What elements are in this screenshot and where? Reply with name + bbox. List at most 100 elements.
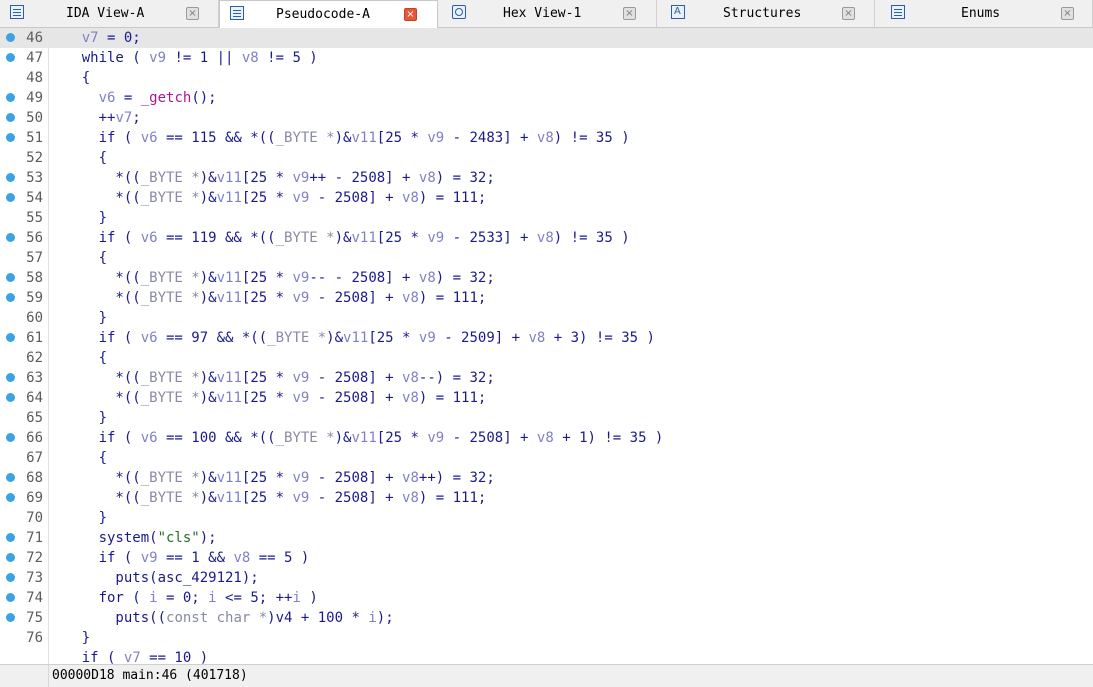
code-line[interactable]: 67 { bbox=[0, 448, 1093, 468]
tab-structures[interactable]: Structures × bbox=[657, 0, 875, 27]
code-line[interactable]: 76 } bbox=[0, 628, 1093, 648]
code-line[interactable]: 63 *((_BYTE *)&v11[25 * v9 - 2508] + v8-… bbox=[0, 368, 1093, 388]
code-line[interactable]: 59 *((_BYTE *)&v11[25 * v9 - 2508] + v8)… bbox=[0, 288, 1093, 308]
code-text[interactable]: v7 = 0; bbox=[48, 30, 141, 46]
code-line[interactable]: 50 ++v7; bbox=[0, 108, 1093, 128]
code-text[interactable]: } bbox=[48, 630, 90, 646]
code-line[interactable]: 54 *((_BYTE *)&v11[25 * v9 - 2508] + v8)… bbox=[0, 188, 1093, 208]
variable-token: v7 bbox=[81, 30, 99, 46]
code-line[interactable]: 64 *((_BYTE *)&v11[25 * v9 - 2508] + v8)… bbox=[0, 388, 1093, 408]
code-line[interactable]: 49 v6 = _getch(); bbox=[0, 88, 1093, 108]
code-text[interactable]: *((_BYTE *)&v11[25 * v9 - 2508] + v8) = … bbox=[48, 390, 486, 406]
code-line[interactable]: 61 if ( v6 == 97 && *((_BYTE *)&v11[25 *… bbox=[0, 328, 1093, 348]
code-text[interactable]: if ( v6 == 119 && *((_BYTE *)&v11[25 * v… bbox=[48, 230, 630, 246]
code-text[interactable]: if ( v6 == 115 && *((_BYTE *)&v11[25 * v… bbox=[48, 130, 630, 146]
code-line[interactable]: 72 if ( v9 == 1 && v8 == 5 ) bbox=[0, 548, 1093, 568]
tab-enums[interactable]: Enums × bbox=[875, 0, 1093, 27]
breakpoint-dot-icon[interactable] bbox=[6, 53, 15, 62]
code-text[interactable]: puts((const char *)v4 + 100 * i); bbox=[48, 610, 393, 626]
tab-ida-view-a[interactable]: IDA View-A × bbox=[0, 0, 219, 27]
close-icon[interactable]: × bbox=[1061, 7, 1074, 20]
code-text[interactable]: puts(asc_429121); bbox=[48, 570, 258, 586]
code-text[interactable]: } bbox=[48, 310, 107, 326]
line-number: 73 bbox=[26, 570, 43, 586]
code-line[interactable]: 68 *((_BYTE *)&v11[25 * v9 - 2508] + v8+… bbox=[0, 468, 1093, 488]
code-line[interactable]: 74 for ( i = 0; i <= 5; ++i ) bbox=[0, 588, 1093, 608]
code-line[interactable]: 65 } bbox=[0, 408, 1093, 428]
code-text[interactable]: if ( v7 == 10 ) bbox=[48, 650, 208, 664]
code-text[interactable]: } bbox=[48, 510, 107, 526]
code-text[interactable]: system("cls"); bbox=[48, 530, 217, 546]
code-text[interactable]: { bbox=[48, 150, 107, 166]
breakpoint-dot-icon[interactable] bbox=[6, 613, 15, 622]
code-text[interactable]: *((_BYTE *)&v11[25 * v9 - 2508] + v8) = … bbox=[48, 190, 486, 206]
code-text[interactable]: if ( v9 == 1 && v8 == 5 ) bbox=[48, 550, 310, 566]
code-line[interactable]: 48 { bbox=[0, 68, 1093, 88]
code-line[interactable]: 55 } bbox=[0, 208, 1093, 228]
close-icon[interactable]: × bbox=[623, 7, 636, 20]
code-line[interactable]: 53 *((_BYTE *)&v11[25 * v9++ - 2508] + v… bbox=[0, 168, 1093, 188]
breakpoint-dot-icon[interactable] bbox=[6, 113, 15, 122]
code-text[interactable]: { bbox=[48, 250, 107, 266]
variable-token: v11 bbox=[343, 330, 369, 346]
code-text[interactable]: } bbox=[48, 410, 107, 426]
code-text[interactable]: *((_BYTE *)&v11[25 * v9++ - 2508] + v8) … bbox=[48, 170, 494, 186]
code-text[interactable]: ++v7; bbox=[48, 110, 141, 126]
close-icon[interactable]: × bbox=[404, 8, 417, 21]
code-line[interactable]: 57 { bbox=[0, 248, 1093, 268]
code-line[interactable]: 70 } bbox=[0, 508, 1093, 528]
breakpoint-dot-icon[interactable] bbox=[6, 393, 15, 402]
code-line[interactable]: 56 if ( v6 == 119 && *((_BYTE *)&v11[25 … bbox=[0, 228, 1093, 248]
code-text[interactable]: if ( v6 == 100 && *((_BYTE *)&v11[25 * v… bbox=[48, 430, 664, 446]
code-text[interactable]: { bbox=[48, 450, 107, 466]
breakpoint-dot-icon[interactable] bbox=[6, 33, 15, 42]
code-line[interactable]: 60 } bbox=[0, 308, 1093, 328]
breakpoint-dot-icon[interactable] bbox=[6, 333, 15, 342]
breakpoint-dot-icon[interactable] bbox=[6, 133, 15, 142]
pseudocode-view[interactable]: 46 v7 = 0; 47 while ( v9 != 1 || v8 != 5 … bbox=[0, 28, 1093, 664]
code-text[interactable]: *((_BYTE *)&v11[25 * v9-- - 2508] + v8) … bbox=[48, 270, 494, 286]
breakpoint-dot-icon[interactable] bbox=[6, 293, 15, 302]
breakpoint-dot-icon[interactable] bbox=[6, 93, 15, 102]
breakpoint-dot-icon[interactable] bbox=[6, 593, 15, 602]
breakpoint-dot-icon[interactable] bbox=[6, 473, 15, 482]
code-token: != 5 ) bbox=[258, 50, 318, 66]
breakpoint-dot-icon[interactable] bbox=[6, 233, 15, 242]
code-text[interactable]: *((_BYTE *)&v11[25 * v9 - 2508] + v8) = … bbox=[48, 490, 486, 506]
breakpoint-dot-icon[interactable] bbox=[6, 433, 15, 442]
code-line[interactable]: 69 *((_BYTE *)&v11[25 * v9 - 2508] + v8)… bbox=[0, 488, 1093, 508]
code-text[interactable]: for ( i = 0; i <= 5; ++i ) bbox=[48, 590, 318, 606]
code-line[interactable]: 62 { bbox=[0, 348, 1093, 368]
breakpoint-dot-icon[interactable] bbox=[6, 493, 15, 502]
code-line[interactable]: 52 { bbox=[0, 148, 1093, 168]
code-text[interactable]: v6 = _getch(); bbox=[48, 90, 217, 106]
breakpoint-dot-icon[interactable] bbox=[6, 573, 15, 582]
code-text[interactable]: while ( v9 != 1 || v8 != 5 ) bbox=[48, 50, 318, 66]
code-text[interactable]: *((_BYTE *)&v11[25 * v9 - 2508] + v8--) … bbox=[48, 370, 494, 386]
code-line[interactable]: 46 v7 = 0; bbox=[0, 28, 1093, 48]
code-text[interactable]: if ( v6 == 97 && *((_BYTE *)&v11[25 * v9… bbox=[48, 330, 655, 346]
close-icon[interactable]: × bbox=[186, 7, 199, 20]
code-line[interactable]: 47 while ( v9 != 1 || v8 != 5 ) bbox=[0, 48, 1093, 68]
close-icon[interactable]: × bbox=[842, 7, 855, 20]
tab-hex-view-1[interactable]: Hex View-1 × bbox=[438, 0, 657, 27]
code-line[interactable]: 51 if ( v6 == 115 && *((_BYTE *)&v11[25 … bbox=[0, 128, 1093, 148]
code-line[interactable]: 71 system("cls"); bbox=[0, 528, 1093, 548]
code-line[interactable]: 66 if ( v6 == 100 && *((_BYTE *)&v11[25 … bbox=[0, 428, 1093, 448]
code-line[interactable]: 58 *((_BYTE *)&v11[25 * v9-- - 2508] + v… bbox=[0, 268, 1093, 288]
code-text[interactable]: *((_BYTE *)&v11[25 * v9 - 2508] + v8) = … bbox=[48, 290, 486, 306]
code-text[interactable]: } bbox=[48, 210, 107, 226]
code-text[interactable]: *((_BYTE *)&v11[25 * v9 - 2508] + v8++) … bbox=[48, 470, 494, 486]
code-line[interactable]: if ( v7 == 10 ) bbox=[0, 648, 1093, 664]
breakpoint-dot-icon[interactable] bbox=[6, 373, 15, 382]
code-line[interactable]: 75 puts((const char *)v4 + 100 * i); bbox=[0, 608, 1093, 628]
breakpoint-dot-icon[interactable] bbox=[6, 173, 15, 182]
breakpoint-dot-icon[interactable] bbox=[6, 553, 15, 562]
breakpoint-dot-icon[interactable] bbox=[6, 533, 15, 542]
breakpoint-dot-icon[interactable] bbox=[6, 193, 15, 202]
tab-pseudocode-a[interactable]: Pseudocode-A × bbox=[219, 0, 438, 28]
code-line[interactable]: 73 puts(asc_429121); bbox=[0, 568, 1093, 588]
code-text[interactable]: { bbox=[48, 70, 90, 86]
code-text[interactable]: { bbox=[48, 350, 107, 366]
breakpoint-dot-icon[interactable] bbox=[6, 273, 15, 282]
